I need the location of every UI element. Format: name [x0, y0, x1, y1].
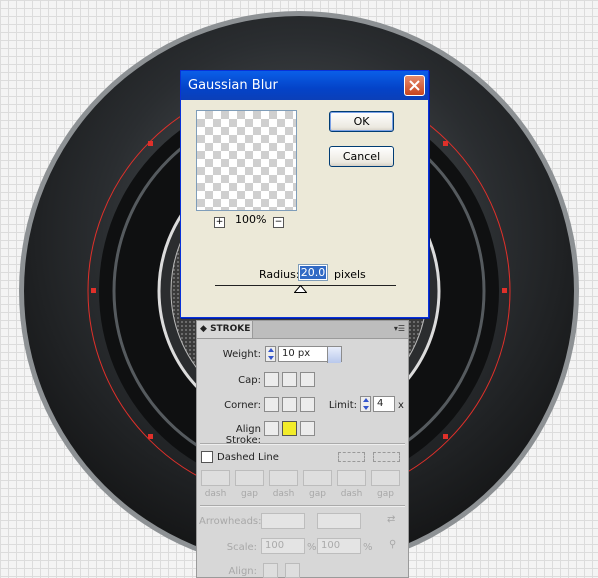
- start-scale-field[interactable]: 100: [261, 538, 305, 554]
- end-arrowhead-select[interactable]: [317, 513, 361, 529]
- corner-label: Corner:: [224, 400, 261, 411]
- anchor-point[interactable]: [443, 434, 448, 439]
- anchor-point[interactable]: [443, 141, 448, 146]
- panel-menu-icon[interactable]: ▾☰: [394, 324, 405, 333]
- gaussian-blur-dialog: Gaussian Blur + 100% − OK Cancel Radius:…: [180, 70, 429, 318]
- round-cap-icon[interactable]: [282, 372, 297, 387]
- percent-label: %: [307, 542, 317, 553]
- tab-stroke[interactable]: ◆ STROKE: [197, 321, 253, 338]
- divider: [200, 505, 405, 507]
- radius-value: 20.0: [300, 266, 326, 279]
- dash-label: dash: [204, 489, 227, 499]
- dash-field[interactable]: [269, 470, 298, 486]
- radius-unit: pixels: [334, 268, 366, 281]
- blur-preview[interactable]: [196, 110, 297, 211]
- dashed-line-label: Dashed Line: [217, 452, 279, 463]
- close-icon: [409, 80, 420, 91]
- link-scale-icon[interactable]: ⚲: [389, 539, 396, 550]
- cancel-button[interactable]: Cancel: [329, 146, 394, 167]
- gap-field[interactable]: [235, 470, 264, 486]
- zoom-out-button[interactable]: −: [273, 217, 284, 228]
- align-inside-icon[interactable]: [282, 421, 297, 436]
- dialog-title: Gaussian Blur: [181, 71, 428, 100]
- miter-join-icon[interactable]: [264, 397, 279, 412]
- bevel-join-icon[interactable]: [300, 397, 315, 412]
- dash-label: dash: [340, 489, 363, 499]
- anchor-point[interactable]: [148, 434, 153, 439]
- weight-value: 10 px: [282, 348, 311, 359]
- swap-arrows-icon[interactable]: ⇄: [387, 514, 395, 525]
- gap-label: gap: [241, 489, 258, 499]
- align-arrow-label: Align:: [228, 566, 257, 577]
- butt-cap-icon[interactable]: [264, 372, 279, 387]
- dash-label: dash: [272, 489, 295, 499]
- slider-thumb-icon[interactable]: [294, 285, 307, 293]
- limit-label: Limit:: [328, 400, 357, 411]
- limit-field[interactable]: 4: [373, 396, 395, 412]
- zoom-value: 100%: [235, 213, 267, 226]
- anchor-point[interactable]: [502, 288, 507, 293]
- gap-label: gap: [309, 489, 326, 499]
- radius-input[interactable]: 20.0: [298, 264, 328, 281]
- gap-label: gap: [377, 489, 394, 499]
- chevron-down-icon[interactable]: [327, 347, 341, 363]
- arrow-tip-extend-icon[interactable]: [263, 563, 278, 578]
- weight-label: Weight:: [222, 349, 261, 360]
- dash-field[interactable]: [337, 470, 366, 486]
- anchor-point[interactable]: [91, 288, 96, 293]
- stroke-panel: ◆ STROKE ▾☰ Weight: 10 px Cap: Corner: L…: [196, 320, 409, 578]
- projecting-cap-icon[interactable]: [300, 372, 315, 387]
- limit-stepper[interactable]: [360, 396, 371, 412]
- arrow-tip-place-icon[interactable]: [285, 563, 300, 578]
- ok-button[interactable]: OK: [329, 111, 394, 132]
- limit-unit: x: [398, 400, 404, 411]
- align-center-icon[interactable]: [264, 421, 279, 436]
- dash-field[interactable]: [201, 470, 230, 486]
- gap-field[interactable]: [303, 470, 332, 486]
- divider: [200, 443, 405, 445]
- dash-preserve-icon[interactable]: [338, 452, 365, 462]
- anchor-point[interactable]: [148, 141, 153, 146]
- start-arrowhead-select[interactable]: [261, 513, 305, 529]
- gap-field[interactable]: [371, 470, 400, 486]
- radius-label: Radius:: [259, 268, 300, 281]
- align-outside-icon[interactable]: [300, 421, 315, 436]
- dashed-line-checkbox[interactable]: [201, 451, 213, 463]
- dash-align-icon[interactable]: [373, 452, 400, 462]
- close-button[interactable]: [404, 75, 425, 96]
- round-join-icon[interactable]: [282, 397, 297, 412]
- panel-header: ◆ STROKE ▾☰: [197, 321, 408, 339]
- tab-stroke-label: STROKE: [210, 324, 251, 334]
- spin-arrows-icon: [363, 398, 369, 410]
- scale-label: Scale:: [226, 542, 257, 553]
- cap-label: Cap:: [238, 375, 261, 386]
- spin-arrows-icon: [268, 348, 274, 360]
- weight-field[interactable]: 10 px: [278, 346, 342, 363]
- weight-stepper[interactable]: [265, 346, 276, 362]
- percent-label: %: [363, 542, 373, 553]
- end-scale-field[interactable]: 100: [317, 538, 361, 554]
- arrowheads-label: Arrowheads:: [199, 516, 262, 527]
- zoom-in-button[interactable]: +: [214, 217, 225, 228]
